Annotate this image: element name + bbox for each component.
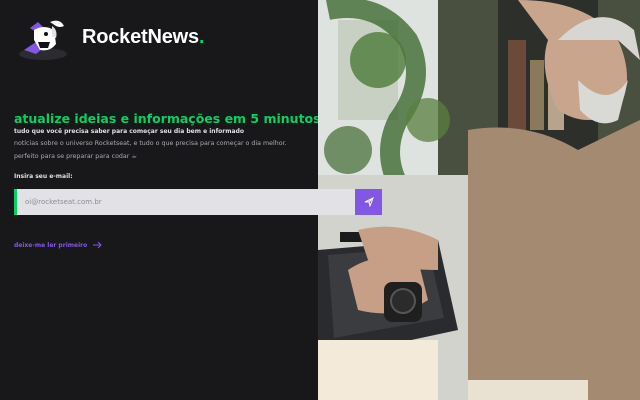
read-first-label: deixe-me ler primeiro <box>14 241 88 249</box>
description-line-2: perfeito para se preparar para codar ☕ <box>14 153 138 160</box>
brand-name: RocketNews. <box>82 26 205 48</box>
email-input[interactable] <box>14 189 355 215</box>
email-label: Insira seu e-mail: <box>14 173 73 180</box>
description-line-1: notícias sobre o universo Rocketseat, e … <box>14 140 287 147</box>
send-button[interactable] <box>355 189 382 215</box>
send-icon <box>364 197 374 207</box>
arrow-right-icon <box>93 241 102 249</box>
page-headline: atualize ideias e informações em 5 minut… <box>14 111 326 126</box>
read-first-link[interactable]: deixe-me ler primeiro <box>14 241 103 249</box>
email-form <box>14 189 382 215</box>
rocket-mascot-logo <box>19 20 67 60</box>
subtitle: tudo que você precisa saber para começar… <box>14 128 244 135</box>
